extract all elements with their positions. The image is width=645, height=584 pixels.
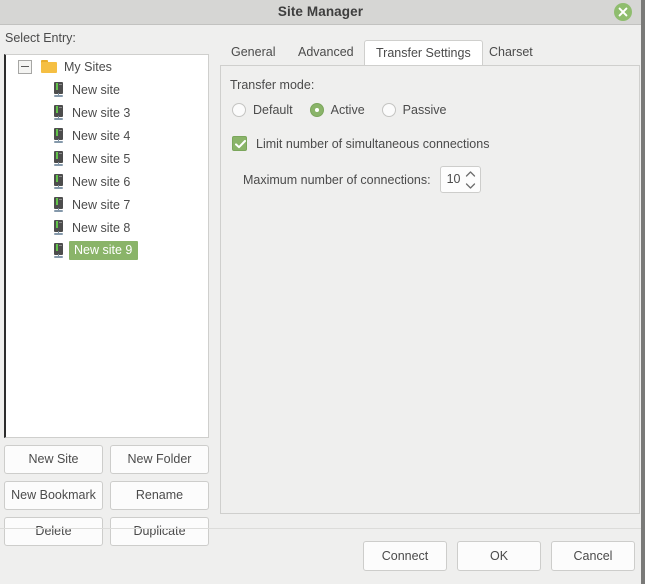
tree-item-label: New site 5 [72, 151, 131, 166]
left-pane: Select Entry: My Sites New site New site… [0, 26, 214, 546]
close-icon[interactable] [614, 3, 632, 21]
radio-active[interactable]: Active [309, 103, 365, 117]
select-entry-label: Select Entry: [5, 31, 76, 45]
collapse-minus-icon[interactable] [18, 59, 32, 74]
tree-row[interactable]: New site 5 [6, 147, 208, 170]
radio-passive-label: Passive [402, 103, 447, 117]
site-manager-dialog: Site Manager Select Entry: My Sites New … [0, 0, 645, 584]
max-connections-label: Maximum number of connections: [243, 172, 431, 187]
radio-active-label: Active [330, 103, 365, 117]
server-icon [53, 219, 64, 236]
server-icon [53, 81, 64, 98]
radio-passive-indicator[interactable] [381, 103, 396, 117]
tab-charset[interactable]: Charset [478, 40, 544, 66]
tree-row-my-sites[interactable]: My Sites [6, 55, 208, 78]
tree-item-label: New site 6 [72, 174, 131, 189]
radio-passive[interactable]: Passive [381, 103, 447, 117]
radio-default-label: Default [253, 103, 293, 117]
server-icon [53, 242, 64, 259]
limit-connections-checkbox[interactable]: Limit number of simultaneous connections [232, 136, 489, 151]
server-icon [53, 104, 64, 121]
new-folder-button[interactable]: New Folder [110, 445, 209, 474]
checkmark-icon[interactable] [232, 136, 247, 151]
site-action-buttons: New Site New Folder New Bookmark Rename … [4, 445, 209, 546]
tree-row[interactable]: New site 4 [6, 124, 208, 147]
rename-button[interactable]: Rename [110, 481, 209, 510]
server-icon [53, 127, 64, 144]
radio-default[interactable]: Default [232, 103, 293, 117]
server-icon [53, 173, 64, 190]
footer-separator [0, 528, 641, 529]
limit-connections-label: Limit number of simultaneous connections [256, 136, 490, 151]
server-icon [53, 150, 64, 167]
tab-advanced[interactable]: Advanced [287, 40, 365, 66]
ok-button[interactable]: OK [457, 541, 541, 571]
dialog-footer-buttons: Connect OK Cancel [363, 541, 635, 571]
duplicate-button[interactable]: Duplicate [110, 517, 209, 546]
tree-item-label: New site 9 [69, 241, 139, 260]
site-tree[interactable]: My Sites New site New site 3 New site 4 [4, 54, 209, 438]
delete-button[interactable]: Delete [4, 517, 103, 546]
radio-active-indicator[interactable] [309, 103, 324, 117]
title-bar: Site Manager [0, 0, 641, 25]
tree-row[interactable]: New site 3 [6, 101, 208, 124]
tree-row-selected[interactable]: New site 9 [6, 239, 208, 262]
tree-item-label: New site 7 [72, 197, 131, 212]
folder-icon [41, 60, 57, 73]
transfer-settings-panel: Transfer mode: Default Active Passive Li… [220, 65, 640, 514]
stepper-down-icon[interactable] [464, 180, 477, 191]
tree-row[interactable]: New site 8 [6, 216, 208, 239]
settings-tabbar: General Advanced Transfer Settings Chars… [220, 40, 640, 67]
transfer-mode-label: Transfer mode: [230, 78, 315, 92]
tree-row[interactable]: New site 6 [6, 170, 208, 193]
max-connections-row: Maximum number of connections: 10 [243, 166, 481, 193]
transfer-mode-radio-group: Default Active Passive [232, 103, 463, 117]
connect-button[interactable]: Connect [363, 541, 447, 571]
new-site-button[interactable]: New Site [4, 445, 103, 474]
tree-row[interactable]: New site [6, 78, 208, 101]
window-title: Site Manager [277, 4, 364, 19]
stepper-up-icon[interactable] [464, 169, 477, 180]
max-connections-stepper[interactable]: 10 [439, 166, 481, 193]
radio-default-indicator[interactable] [232, 103, 246, 117]
tree-item-label: New site 4 [72, 128, 131, 143]
new-bookmark-button[interactable]: New Bookmark [4, 481, 103, 510]
tree-item-label: New site 8 [72, 220, 131, 235]
desktop-background-strip [641, 0, 645, 584]
cancel-button[interactable]: Cancel [551, 541, 635, 571]
tree-row[interactable]: New site 7 [6, 193, 208, 216]
tab-transfer-settings[interactable]: Transfer Settings [364, 40, 483, 67]
tree-label-root: My Sites [64, 59, 112, 74]
tree-item-label: New site 3 [72, 105, 131, 120]
server-icon [53, 196, 64, 213]
tab-general[interactable]: General [220, 40, 286, 66]
tree-item-label: New site [72, 82, 120, 97]
